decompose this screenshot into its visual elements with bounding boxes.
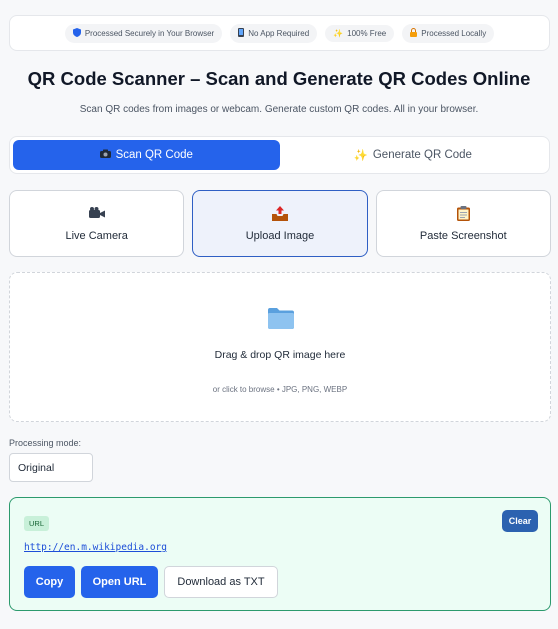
- trust-badge-no-app: No App Required: [230, 23, 318, 43]
- image-dropzone[interactable]: Drag & drop QR image here or click to br…: [9, 272, 551, 422]
- source-label: Upload Image: [245, 229, 315, 242]
- source-label: Paste Screenshot: [419, 229, 507, 242]
- processing-mode-select[interactable]: Original: [9, 453, 93, 482]
- clipboard-icon: [456, 205, 470, 222]
- folder-icon: [268, 308, 294, 329]
- page-title: QR Code Scanner – Scan and Generate QR C…: [27, 68, 531, 89]
- trust-badge-free: ✨ 100% Free: [325, 24, 395, 42]
- trust-badge-secure: Processed Securely in Your Browser: [64, 23, 223, 43]
- trust-badge-local: Processed Locally: [402, 23, 495, 43]
- tab-scan-qr[interactable]: Scan QR Code: [13, 140, 280, 170]
- shield-icon: [72, 27, 81, 39]
- trust-badge-label: Processed Securely in Your Browser: [84, 28, 215, 38]
- upload-tray-icon: [271, 205, 288, 222]
- source-options: Live Camera Upload Image Paste Screensho…: [9, 190, 551, 257]
- copy-button[interactable]: Copy: [24, 566, 75, 598]
- source-upload-image[interactable]: Upload Image: [192, 190, 368, 257]
- tab-label: Generate QR Code: [372, 149, 472, 161]
- phone-icon: [238, 27, 245, 39]
- source-label: Live Camera: [65, 229, 128, 242]
- page-subtitle: Scan QR codes from images or webcam. Gen…: [79, 104, 479, 115]
- sparkle-icon: ✨: [353, 150, 368, 162]
- scan-result-card: URL Clear http://en.m.wikipedia.org Copy…: [9, 497, 551, 611]
- clear-button[interactable]: Clear: [502, 510, 538, 532]
- source-paste-screenshot[interactable]: Paste Screenshot: [375, 190, 551, 257]
- open-url-button[interactable]: Open URL: [81, 566, 158, 598]
- mode-tabs: Scan QR Code ✨ Generate QR Code: [9, 136, 550, 174]
- download-txt-button[interactable]: Download as TXT: [164, 566, 278, 598]
- result-actions: Copy Open URL Download as TXT: [24, 566, 278, 598]
- dropzone-hint: or click to browse • JPG, PNG, WEBP: [212, 385, 348, 394]
- dropzone-title: Drag & drop QR image here: [214, 349, 346, 361]
- lock-icon: [410, 27, 418, 39]
- tab-label: Scan QR Code: [115, 149, 193, 161]
- tab-generate-qr[interactable]: ✨ Generate QR Code: [280, 140, 547, 170]
- result-content-link[interactable]: http://en.m.wikipedia.org: [24, 542, 167, 553]
- sparkle-icon: ✨: [333, 28, 344, 38]
- trust-badge-label: No App Required: [248, 28, 310, 38]
- video-camera-icon: [88, 206, 105, 222]
- result-type-badge: URL: [24, 516, 50, 531]
- trust-badge-label: 100% Free: [347, 28, 387, 38]
- processing-mode-label: Processing mode:: [9, 438, 82, 448]
- trust-badge-label: Processed Locally: [421, 28, 487, 38]
- trust-bar: Processed Securely in Your Browser No Ap…: [9, 15, 550, 51]
- source-live-camera[interactable]: Live Camera: [9, 190, 185, 257]
- camera-icon: [99, 149, 111, 161]
